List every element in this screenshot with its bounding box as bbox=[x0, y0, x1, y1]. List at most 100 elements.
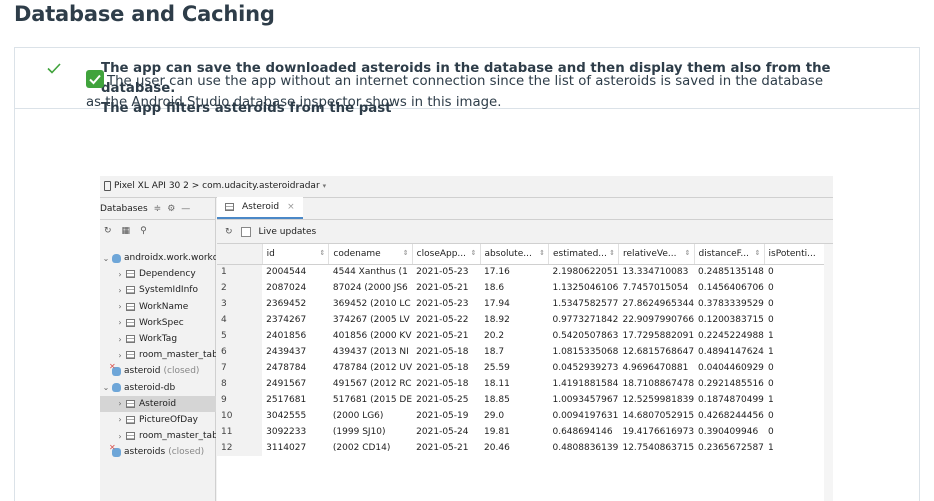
keep-open-icon[interactable]: ⚲ bbox=[140, 226, 147, 236]
chevron-right-icon[interactable]: › bbox=[114, 302, 126, 311]
table-row[interactable]: 6 2439437 439437 (2013 NI 2021-05-18 18.7 1.0… bbox=[217, 344, 833, 360]
tree-item-asteroid[interactable]: › Asteroid bbox=[100, 395, 216, 412]
tree-item-workname[interactable]: › WorkName bbox=[100, 299, 216, 315]
sort-icon[interactable]: ⇕ bbox=[471, 249, 477, 257]
table-cell: 401856 (2000 KV bbox=[332, 331, 412, 341]
table-cell: 2021-05-24 bbox=[416, 427, 469, 437]
chevron-right-icon[interactable]: › bbox=[114, 432, 126, 441]
table-cell: 25.59 bbox=[484, 363, 510, 373]
column-header[interactable]: isPotenti...⇕ bbox=[764, 244, 833, 265]
table-cell: 14.6807052915 bbox=[622, 411, 695, 421]
table-icon bbox=[126, 318, 135, 327]
chevron-right-icon[interactable]: › bbox=[114, 335, 126, 344]
table-cell: 2369452 bbox=[266, 299, 307, 309]
table-icon bbox=[225, 203, 234, 211]
table-cell: 2478784 bbox=[266, 363, 307, 373]
tree-item-label: room_master_tab bbox=[139, 350, 216, 361]
table-cell: 2517681 bbox=[266, 395, 307, 405]
closed-database-icon bbox=[109, 444, 121, 457]
refresh-table-icon[interactable]: ↻ bbox=[225, 227, 233, 237]
table-cell: 29.0 bbox=[484, 411, 505, 421]
tree-item-label: asteroid-db bbox=[124, 382, 176, 393]
table-cell: 1.4191881584 bbox=[552, 379, 619, 389]
tree-item-pictureofday[interactable]: › PictureOfDay bbox=[100, 412, 216, 428]
sort-icon[interactable]: ⇕ bbox=[539, 249, 545, 257]
row-number: 3 bbox=[217, 296, 263, 312]
table-row[interactable]: 7 2478784 478784 (2012 UV 2021-05-18 25.59 0.… bbox=[217, 360, 833, 376]
column-header[interactable]: id ⇕ bbox=[262, 244, 330, 265]
table-cell: 491567 (2012 RC bbox=[332, 379, 412, 389]
tree-item-worktag[interactable]: › WorkTag bbox=[100, 331, 216, 347]
chevron-right-icon[interactable]: › bbox=[114, 415, 126, 424]
table-row[interactable]: 8 2491567 491567 (2012 RC 2021-05-18 18.11 1.… bbox=[217, 376, 833, 392]
table-cell: 1 bbox=[768, 395, 774, 405]
tree-item-room-master-tab[interactable]: › room_master_tab bbox=[100, 347, 216, 363]
table-cell: 0.4268244456 bbox=[698, 411, 764, 421]
chevron-right-icon[interactable]: › bbox=[114, 286, 126, 295]
chevron-right-icon[interactable]: › bbox=[114, 270, 126, 279]
table-cell: 0.390409946 bbox=[698, 427, 759, 437]
chevron-right-icon[interactable]: › bbox=[114, 399, 126, 408]
collapse-icon[interactable]: ≑ bbox=[154, 204, 162, 214]
column-header[interactable]: absolute... ⇕ bbox=[480, 244, 549, 265]
table-cell: 3092233 bbox=[266, 427, 307, 437]
table-row[interactable]: 4 2374267 374267 (2005 LV 2021-05-22 18.92 0.… bbox=[217, 312, 833, 328]
tree-item-room-master-tab[interactable]: › room_master_tab bbox=[100, 428, 216, 444]
query-icon[interactable]: ▦ bbox=[122, 226, 131, 236]
column-header[interactable]: distanceF... ⇕ bbox=[694, 244, 765, 265]
column-header[interactable]: estimated... ⇕ bbox=[548, 244, 619, 265]
column-header[interactable]: codename ⇕ bbox=[328, 244, 413, 265]
scrollbar[interactable] bbox=[824, 244, 833, 501]
sort-icon[interactable]: ⇕ bbox=[320, 249, 326, 257]
tree-item-systemidinfo[interactable]: › SystemIdInfo bbox=[100, 282, 216, 298]
live-updates-checkbox[interactable] bbox=[240, 226, 251, 237]
table-row[interactable]: 9 2517681 517681 (2015 DE 2021-05-25 18.85 1.… bbox=[217, 392, 833, 408]
tab-asteroid[interactable]: Asteroid × bbox=[217, 197, 303, 219]
gear-icon[interactable]: ⚙ bbox=[167, 204, 175, 214]
tree-item-androidx-work-workd[interactable]: ⌄ androidx.work.workd bbox=[100, 250, 216, 266]
table-row[interactable]: 5 2401856 401856 (2000 KV 2021-05-21 20.2 0.5… bbox=[217, 328, 833, 344]
table-cell: 17.7295882091 bbox=[622, 331, 695, 341]
table-cell: 0.2921485516 bbox=[698, 379, 764, 389]
column-header[interactable]: relativeVe... ⇕ bbox=[618, 244, 695, 265]
table-cell: (2002 CD14) bbox=[332, 443, 391, 453]
table-cell: 478784 (2012 UV bbox=[332, 363, 413, 373]
table-row[interactable]: 3 2369452 369452 (2010 LC 2021-05-23 17.94 1.… bbox=[217, 296, 833, 312]
table-cell: 2021-05-18 bbox=[416, 363, 469, 373]
sort-icon[interactable]: ⇕ bbox=[609, 249, 615, 257]
sort-icon[interactable]: ⇕ bbox=[403, 249, 409, 257]
chevron-down-icon[interactable]: ⌄ bbox=[100, 383, 112, 392]
table-row[interactable]: 11 3092233 (1999 SJ10) 2021-05-24 19.81 0.648… bbox=[217, 424, 833, 440]
sort-icon[interactable]: ⇕ bbox=[685, 249, 691, 257]
table-row[interactable]: 10 3042555 (2000 LG6) 2021-05-19 29.0 0.00941… bbox=[217, 408, 833, 424]
minimize-icon[interactable]: — bbox=[181, 204, 190, 214]
row-number: 12 bbox=[217, 440, 263, 456]
device-selector[interactable]: Pixel XL API 30 2 > com.udacity.asteroid… bbox=[104, 181, 326, 191]
table-cell: 18.7108867478 bbox=[622, 379, 695, 389]
row-number: 8 bbox=[217, 376, 263, 392]
table-icon bbox=[126, 286, 135, 295]
tab-bar: Asteroid × bbox=[217, 197, 833, 220]
table-row[interactable]: 2 2087024 87024 (2000 JS6 2021-05-21 18.6 1.1… bbox=[217, 280, 833, 296]
tree-item-dependency[interactable]: › Dependency bbox=[100, 266, 216, 282]
table-cell: 20.2 bbox=[484, 331, 505, 341]
column-header[interactable]: closeApp... ⇕ bbox=[412, 244, 481, 265]
table-cell: 2021-05-19 bbox=[416, 411, 469, 421]
tree-item-asteroid-db[interactable]: ⌄ asteroid-db bbox=[100, 380, 216, 396]
table-row[interactable]: 12 3114027 (2002 CD14) 2021-05-21 20.46 0.480… bbox=[217, 440, 833, 456]
close-icon[interactable]: × bbox=[287, 202, 295, 212]
chevron-down-icon[interactable]: ⌄ bbox=[100, 254, 112, 263]
databases-header: Databases ≑ ⚙ — bbox=[100, 198, 215, 220]
table-cell: 517681 (2015 DE bbox=[332, 395, 413, 405]
refresh-icon[interactable]: ↻ bbox=[104, 226, 112, 236]
tree-item-workspec[interactable]: › WorkSpec bbox=[100, 315, 216, 331]
tree-item-asteroids[interactable]: asteroids(closed) bbox=[100, 444, 216, 460]
table-pane: Asteroid × ↻ Live updates id ⇕ codename ⇕ cl… bbox=[217, 197, 833, 501]
table-cell: 0.2365672587 bbox=[698, 443, 764, 453]
sort-icon[interactable]: ⇕ bbox=[755, 249, 761, 257]
table-cell: 0.0452939273 bbox=[552, 363, 619, 373]
chevron-right-icon[interactable]: › bbox=[114, 351, 126, 360]
tree-item-asteroid[interactable]: asteroid(closed) bbox=[100, 363, 216, 379]
table-row[interactable]: 1 2004544 4544 Xanthus (1 2021-05-23 17.16 2.… bbox=[217, 264, 833, 280]
chevron-right-icon[interactable]: › bbox=[114, 318, 126, 327]
